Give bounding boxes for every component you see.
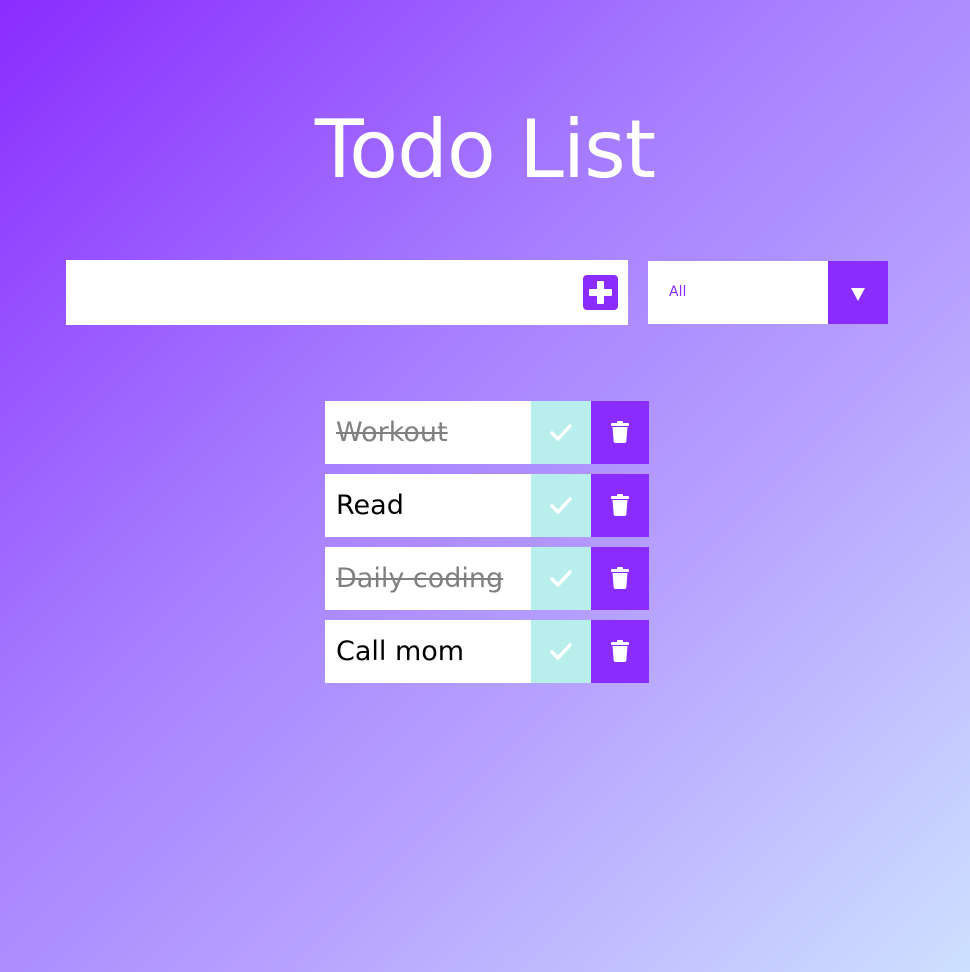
add-todo-button[interactable] [583,275,618,310]
trash-icon [611,494,629,516]
check-icon [550,424,572,441]
todo-item: Read [325,474,649,537]
filter-dropdown-button[interactable] [828,261,888,324]
todo-item: Workout [325,401,649,464]
todo-item: Daily coding [325,547,649,610]
complete-button[interactable] [531,620,591,683]
todo-text: Call mom [336,636,465,667]
plus-icon [589,281,612,304]
todo-input[interactable] [66,260,566,325]
caret-down-icon [851,288,865,301]
delete-button[interactable] [591,547,649,610]
todo-input-container [66,260,628,325]
trash-icon [611,567,629,589]
complete-button[interactable] [531,474,591,537]
delete-button[interactable] [591,620,649,683]
check-icon [550,643,572,660]
todo-list: Workout Read Daily coding Call mom [325,401,649,693]
todo-text: Daily coding [336,563,504,594]
filter-selected-value: All [669,284,687,300]
complete-button[interactable] [531,547,591,610]
trash-icon [611,421,629,443]
todo-item: Call mom [325,620,649,683]
todo-text: Read [336,490,404,521]
check-icon [550,497,572,514]
page-title: Todo List [314,102,656,196]
delete-button[interactable] [591,474,649,537]
delete-button[interactable] [591,401,649,464]
todo-text: Workout [336,417,448,448]
complete-button[interactable] [531,401,591,464]
trash-icon [611,640,629,662]
check-icon [550,570,572,587]
filter-select[interactable]: All [648,261,888,324]
